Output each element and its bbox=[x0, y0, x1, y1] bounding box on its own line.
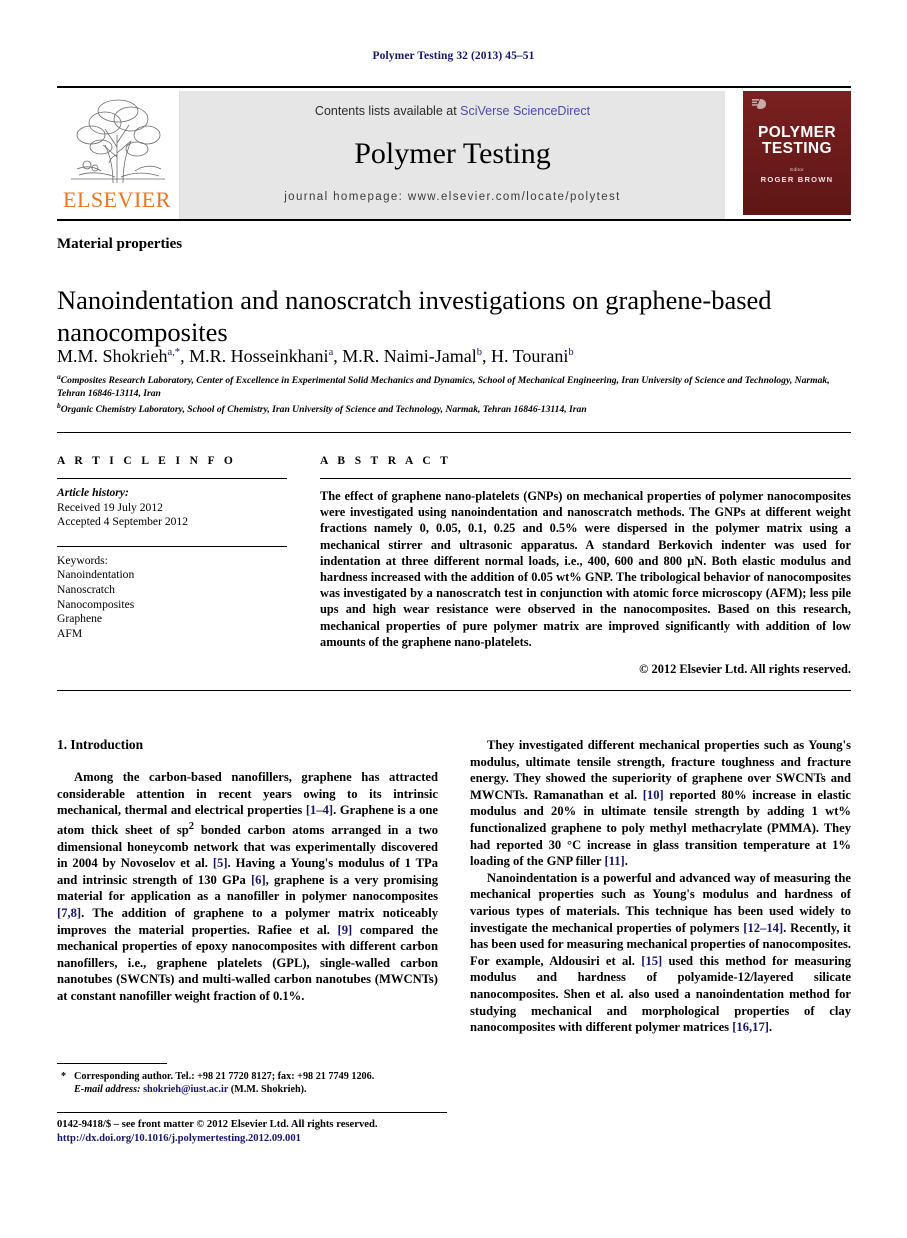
journal-cover-thumbnail[interactable]: POLYMER TESTING Editor ROGER BROWN bbox=[743, 91, 851, 219]
masthead-center: Contents lists available at SciVerse Sci… bbox=[180, 91, 725, 219]
keyword-item: Nanocomposites bbox=[57, 597, 135, 611]
article-info-rule bbox=[57, 478, 287, 479]
footnote-contact: Corresponding author. Tel.: +98 21 7720 … bbox=[74, 1071, 375, 1082]
citation-ref[interactable]: [5] bbox=[213, 856, 228, 870]
keyword-item: Nanoindentation bbox=[57, 568, 135, 582]
journal-title: Polymer Testing bbox=[354, 137, 551, 170]
abstract-rule bbox=[320, 478, 851, 479]
author-name: M.M. Shokrieh bbox=[57, 346, 168, 366]
abstract-block: A B S T R A C T The effect of graphene n… bbox=[320, 455, 851, 677]
page-title: Nanoindentation and nanoscratch investig… bbox=[57, 284, 772, 347]
keyword-item: Nanoscratch bbox=[57, 582, 115, 596]
journal-masthead: ELSEVIER Contents lists available at Sci… bbox=[57, 86, 851, 219]
keywords-rule bbox=[57, 545, 287, 547]
citation-ref[interactable]: [10] bbox=[643, 788, 664, 802]
elsevier-tree-icon bbox=[71, 99, 165, 184]
body-paragraph: Nanoindentation is a powerful and advanc… bbox=[470, 870, 851, 1035]
citation-ref[interactable]: [11] bbox=[604, 854, 624, 868]
footnote-email-owner: (M.M. Shokrieh). bbox=[230, 1084, 307, 1096]
author-mark: b bbox=[568, 347, 574, 358]
cover-title: POLYMER TESTING bbox=[743, 125, 851, 157]
author-name: H. Tourani bbox=[490, 346, 569, 366]
affiliation-item: bOrganic Chemistry Laboratory, School of… bbox=[57, 400, 847, 417]
masthead-bottom-rule bbox=[57, 219, 851, 221]
cover-title-line2: TESTING bbox=[762, 140, 832, 157]
article-received: Received 19 July 2012 bbox=[57, 500, 163, 514]
affiliation-text: Organic Chemistry Laboratory, School of … bbox=[60, 404, 587, 416]
abstract-bottom-rule bbox=[57, 690, 851, 691]
issn-line: 0142-9418/$ – see front matter © 2012 El… bbox=[57, 1119, 378, 1130]
keywords-label: Keywords: bbox=[57, 553, 108, 567]
body-paragraph: Among the carbon-based nanofillers, grap… bbox=[57, 770, 439, 1003]
abstract-text: The effect of graphene nano-platelets (G… bbox=[320, 489, 851, 649]
article-accepted: Accepted 4 September 2012 bbox=[57, 515, 189, 529]
citation-ref[interactable]: [6] bbox=[251, 873, 266, 887]
affiliation-text: Composites Research Laboratory, Center o… bbox=[57, 375, 830, 399]
intro-heading: 1. Introduction bbox=[57, 737, 144, 752]
elsevier-mark-icon bbox=[752, 99, 766, 109]
article-page: Polymer Testing 32 (2013) 45–51 ELSEVIER… bbox=[0, 0, 907, 1238]
contents-available-line: Contents lists available at SciVerse Sci… bbox=[180, 104, 725, 118]
article-info-heading: A R T I C L E I N F O bbox=[57, 455, 237, 467]
citation-ref[interactable]: [15] bbox=[641, 954, 662, 968]
body-column-left: 1. Introduction Among the carbon-based n… bbox=[57, 737, 438, 1005]
keyword-item: AFM bbox=[57, 626, 83, 640]
journal-homepage-link[interactable]: journal homepage: www.elsevier.com/locat… bbox=[180, 191, 725, 203]
article-history-label: Article history: bbox=[57, 486, 129, 499]
abstract-heading: A B S T R A C T bbox=[320, 455, 452, 467]
cover-title-line1: POLYMER bbox=[757, 124, 837, 141]
info-top-rule bbox=[57, 432, 851, 433]
article-history: Article history: Received 19 July 2012 A… bbox=[57, 486, 287, 530]
citation-ref[interactable]: [12–14] bbox=[743, 921, 783, 935]
contents-prefix: Contents lists available at bbox=[314, 104, 461, 118]
section-label: Material properties bbox=[57, 236, 183, 252]
author-name: M.R. Naimi-Jamal bbox=[342, 346, 477, 366]
article-info-block: A R T I C L E I N F O Article history: R… bbox=[57, 455, 287, 641]
citation-ref[interactable]: [16,17] bbox=[732, 1020, 769, 1034]
citation-ref[interactable]: [7,8] bbox=[57, 906, 81, 920]
author-mark: a,* bbox=[167, 347, 181, 358]
footnote-email-label: E-mail address: bbox=[74, 1084, 141, 1096]
abstract-copyright: © 2012 Elsevier Ltd. All rights reserved… bbox=[639, 662, 851, 677]
elsevier-logo: ELSEVIER bbox=[57, 91, 180, 219]
footnote-rule bbox=[57, 1063, 167, 1064]
citation-ref[interactable]: [1–4] bbox=[306, 803, 333, 817]
affiliation-item: aComposites Research Laboratory, Center … bbox=[57, 371, 847, 400]
footnote-star: * bbox=[61, 1071, 67, 1082]
affiliation-list: aComposites Research Laboratory, Center … bbox=[57, 371, 847, 417]
imprint-rule bbox=[57, 1112, 447, 1113]
corresponding-author-footnote: * Corresponding author. Tel.: +98 21 772… bbox=[57, 1070, 447, 1097]
author-mark: a bbox=[328, 347, 334, 358]
cover-editor-label: Editor bbox=[790, 167, 804, 172]
cover-editor-name: ROGER BROWN bbox=[760, 175, 834, 184]
body-column-right: They investigated different mechanical p… bbox=[470, 737, 851, 1036]
author-name: M.R. Hosseinkhani bbox=[189, 346, 329, 366]
keywords-block: Keywords: Nanoindentation Nanoscratch Na… bbox=[57, 554, 287, 642]
elsevier-wordmark: ELSEVIER bbox=[63, 187, 171, 212]
keyword-item: Graphene bbox=[57, 612, 103, 626]
running-head: Polymer Testing 32 (2013) 45–51 bbox=[372, 50, 535, 62]
citation-ref[interactable]: [9] bbox=[338, 923, 353, 937]
author-mark: b bbox=[476, 347, 482, 358]
footnote-email-link[interactable]: shokrieh@iust.ac.ir bbox=[143, 1084, 228, 1095]
body-paragraph: They investigated different mechanical p… bbox=[470, 738, 852, 869]
imprint-block: 0142-9418/$ – see front matter © 2012 El… bbox=[57, 1118, 477, 1146]
doi-link[interactable]: http://dx.doi.org/10.1016/j.polymertesti… bbox=[57, 1132, 477, 1146]
sciencedirect-link[interactable]: SciVerse ScienceDirect bbox=[460, 104, 590, 118]
author-list: M.M. Shokrieha,*, M.R. Hosseinkhania, M.… bbox=[57, 346, 574, 366]
